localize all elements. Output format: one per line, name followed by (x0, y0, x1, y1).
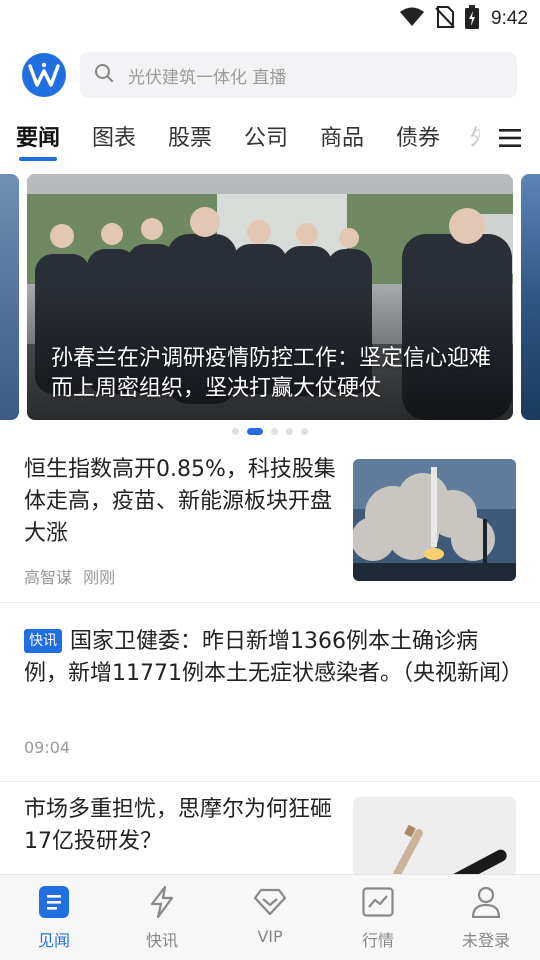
lightning-icon (145, 885, 179, 919)
search-bar[interactable]: 光伏建筑一体化 直播 (80, 52, 517, 98)
category-tabs: 要闻 图表 股票 公司 商品 债券 外 (0, 112, 540, 164)
logo-w-icon (28, 62, 60, 87)
status-bar: 9:42 (0, 0, 540, 40)
news-author: 高智谋 (24, 568, 73, 587)
search-icon (94, 63, 114, 87)
battery-icon (465, 5, 480, 33)
news-thumbnail (353, 459, 516, 581)
tab-charts[interactable]: 图表 (92, 120, 136, 152)
tab-bonds[interactable]: 债券 (396, 120, 440, 152)
rocket-launch-image (353, 459, 516, 581)
news-time: 刚刚 (83, 568, 116, 587)
carousel-prev-slide[interactable] (0, 174, 19, 420)
diamond-icon (253, 885, 287, 919)
nav-market[interactable]: 行情 (324, 875, 432, 960)
status-icons: 9:42 (399, 5, 528, 33)
news-thumbnail (353, 797, 516, 874)
tab-stocks[interactable]: 股票 (168, 120, 212, 152)
carousel-dot (232, 427, 239, 435)
nav-label: 行情 (361, 931, 394, 950)
news-title: 国家卫健委：昨日新增1366例本土确诊病例，新增11771例本土无症状感染者。（… (24, 629, 523, 686)
news-item-flash[interactable]: 快讯 国家卫健委：昨日新增1366例本土确诊病例，新增11771例本土无症状感染者… (0, 603, 540, 781)
carousel-caption: 孙春兰在沪调研疫情防控工作：坚定信心迎难而上周密组织，坚决打赢大仗硬仗 (51, 346, 492, 401)
chart-icon (361, 885, 395, 919)
nav-profile[interactable]: 未登录 (432, 875, 540, 960)
carousel-indicator (0, 426, 540, 436)
app-logo[interactable] (22, 53, 66, 97)
news-item-hang-seng[interactable]: 恒生指数高开0.85%，科技股集体走高，疫苗、新能源板块开盘大涨 高智谋 刚刚 (0, 450, 540, 602)
nav-news[interactable]: 见闻 (0, 875, 108, 960)
tab-companies[interactable]: 公司 (244, 120, 288, 152)
tab-menu-button[interactable] (480, 112, 540, 164)
carousel-dot-active (247, 427, 263, 435)
news-item-smoore[interactable]: 市场多重担忧，思摩尔为何狂砸17亿投研发？ (0, 782, 540, 874)
carousel-dot (271, 427, 278, 435)
e-cigarette-image (353, 797, 516, 874)
nav-label: 见闻 (37, 931, 70, 950)
tab-commodities[interactable]: 商品 (320, 120, 364, 152)
headline-carousel[interactable]: 孙春兰在沪调研疫情防控工作：坚定信心迎难而上周密组织，坚决打赢大仗硬仗 (0, 172, 540, 420)
nav-label: 未登录 (461, 931, 510, 950)
carousel-next-slide[interactable] (521, 174, 540, 420)
user-icon (469, 885, 503, 919)
bottom-navigation: 见闻 快讯 VIP 行情 未登录 (0, 874, 540, 960)
news-title: 市场多重担忧，思摩尔为何狂砸17亿投研发？ (24, 797, 333, 854)
nav-flash[interactable]: 快讯 (108, 875, 216, 960)
active-tab-indicator (19, 157, 57, 161)
document-icon (37, 885, 71, 919)
wifi-icon (399, 7, 425, 31)
search-placeholder: 光伏建筑一体化 直播 (128, 67, 287, 88)
hamburger-icon (499, 129, 521, 147)
news-title: 恒生指数高开0.85%，科技股集体走高，疫苗、新能源板块开盘大涨 (24, 457, 336, 546)
carousel-dot (301, 427, 308, 435)
flash-badge: 快讯 (24, 629, 62, 653)
status-time: 9:42 (491, 8, 528, 29)
nav-vip[interactable]: VIP (216, 875, 324, 960)
tab-headlines[interactable]: 要闻 (16, 120, 60, 152)
nav-label: VIP (257, 927, 283, 946)
news-meta: 高智谋 刚刚 (24, 564, 115, 588)
news-time: 09:04 (24, 738, 71, 757)
nav-label: 快讯 (145, 931, 178, 950)
no-sim-icon (435, 6, 455, 32)
header: 光伏建筑一体化 直播 (0, 50, 540, 100)
flash-news-text: 快讯 国家卫健委：昨日新增1366例本土确诊病例，新增11771例本土无症状感染者… (24, 626, 523, 690)
carousel-current-slide[interactable]: 孙春兰在沪调研疫情防控工作：坚定信心迎难而上周密组织，坚决打赢大仗硬仗 (27, 174, 513, 420)
carousel-dot (286, 427, 293, 435)
